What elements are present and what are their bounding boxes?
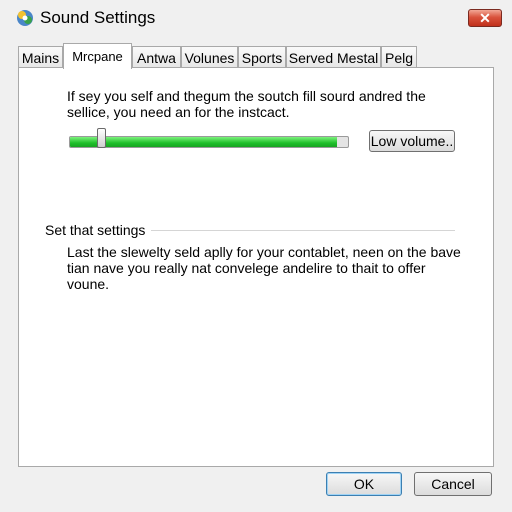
window-title: Sound Settings — [40, 8, 156, 27]
description-text: If sey you self and thegum the soutch fi… — [67, 88, 426, 120]
tab-sports[interactable]: Sports — [238, 46, 286, 68]
title-bar: Sound Settings ✕ — [0, 0, 512, 36]
tab-served-mestal[interactable]: Served Mestal — [286, 46, 381, 68]
low-volume-button[interactable]: Low volume.. — [369, 130, 455, 152]
tab-mrcpane[interactable]: Mrcpane — [63, 43, 132, 69]
tab-antwa[interactable]: Antwa — [132, 46, 181, 68]
volume-slider-fill — [70, 137, 337, 147]
ok-button[interactable]: OK — [326, 472, 402, 496]
section-divider — [145, 230, 455, 231]
volume-slider[interactable] — [69, 136, 349, 148]
tab-mains[interactable]: Mains — [18, 46, 63, 68]
sound-settings-app-icon — [14, 7, 36, 29]
tab-panel: If sey you self and thegum the soutch fi… — [18, 67, 494, 467]
close-button[interactable]: ✕ — [468, 9, 502, 27]
volume-slider-thumb[interactable] — [97, 128, 106, 148]
close-icon: ✕ — [479, 10, 491, 26]
section-description: Last the slewelty seld aplly for your co… — [67, 244, 461, 292]
section-heading: Set that settings — [45, 222, 152, 238]
tab-volunes[interactable]: Volunes — [181, 46, 238, 68]
tab-pelg[interactable]: Pelg — [381, 46, 417, 68]
sound-settings-window: Sound Settings ✕ Mains Mrcpane Antwa Vol… — [0, 0, 512, 512]
cancel-button[interactable]: Cancel — [414, 472, 492, 496]
